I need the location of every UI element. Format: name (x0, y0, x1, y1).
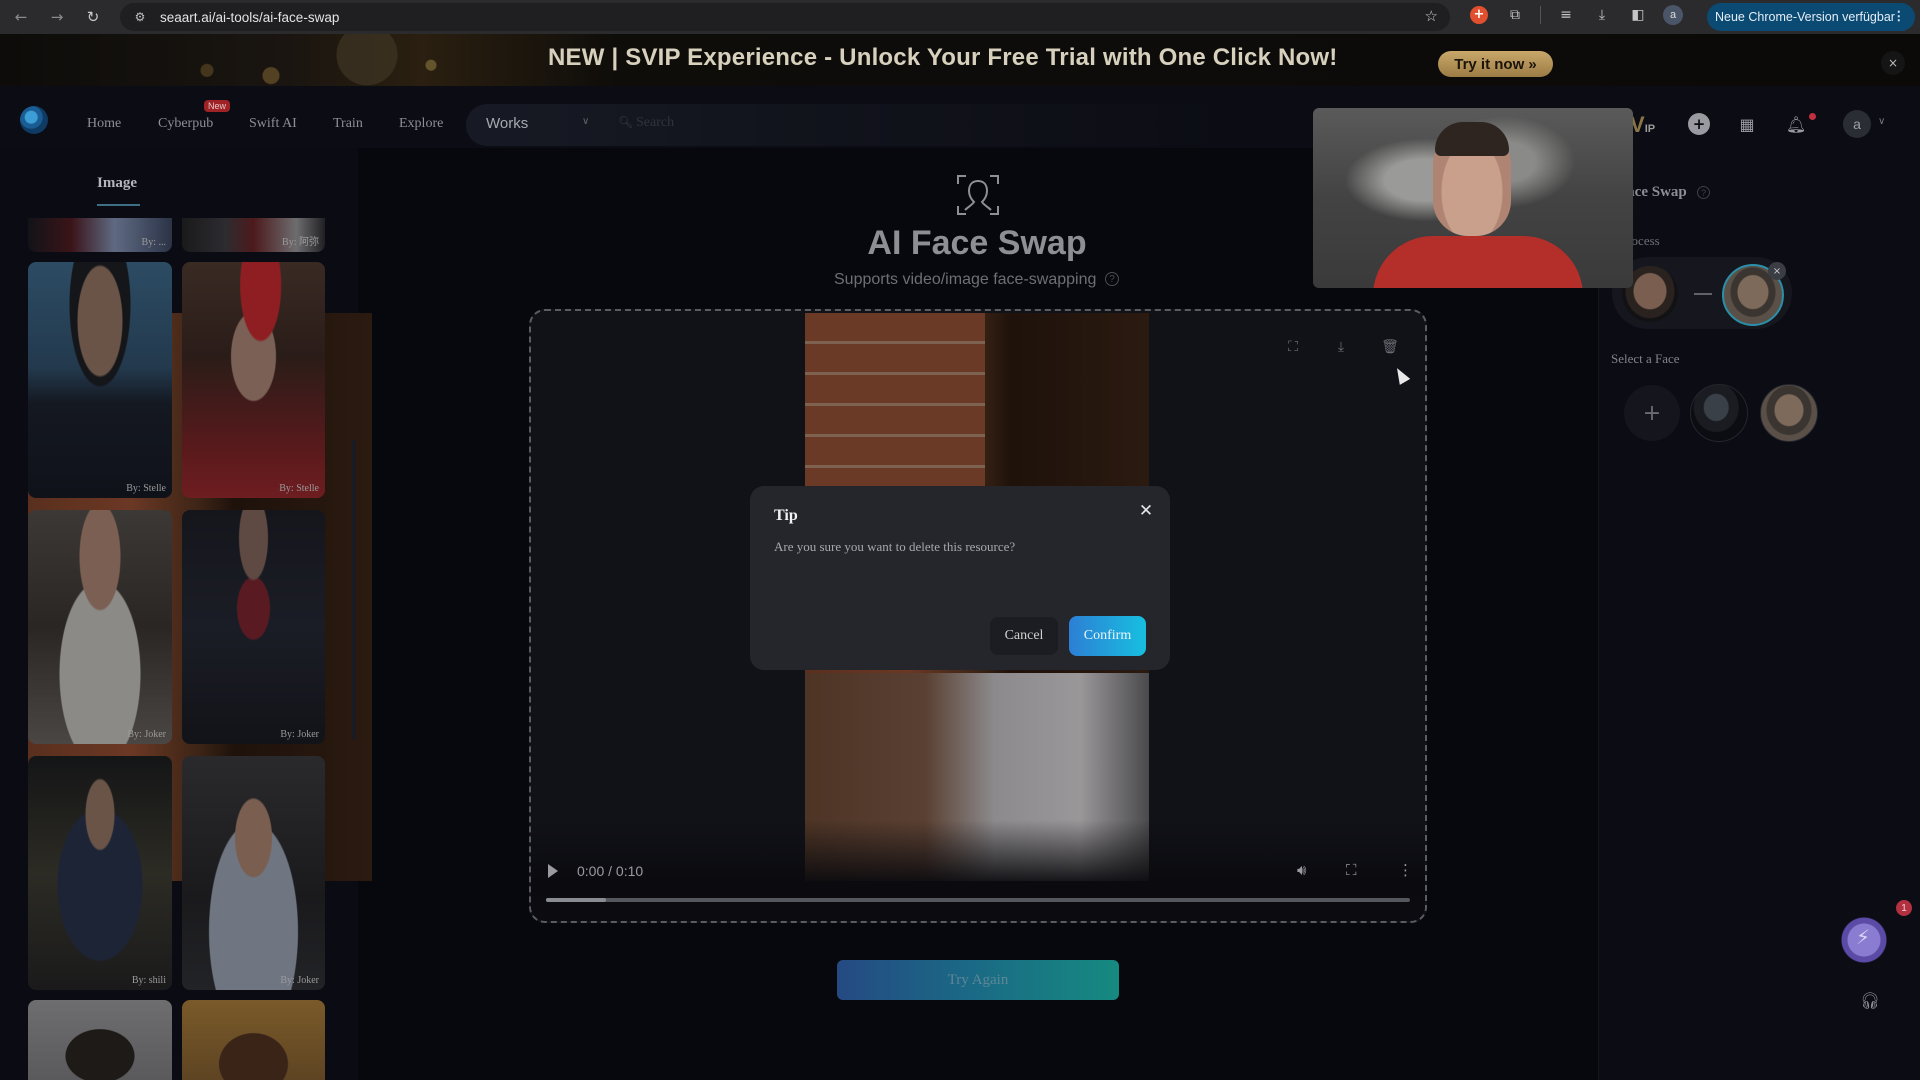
thumbnail-author: By: Joker (280, 975, 319, 986)
delete-icon[interactable]: 🗑︎ (1377, 334, 1403, 360)
face-scan-icon (957, 175, 999, 215)
template-thumbnail[interactable] (182, 1000, 325, 1080)
close-icon[interactable]: ✕ (1135, 500, 1157, 522)
template-thumbnail[interactable]: By: Joker (182, 510, 325, 744)
template-thumbnail[interactable]: By: Joker (182, 756, 325, 990)
close-icon[interactable]: × (1881, 51, 1905, 75)
search-icon: 🔍︎ (618, 115, 634, 129)
promo-text: NEW | SVIP Experience - Unlock Your Free… (548, 44, 1338, 71)
chevron-down-icon[interactable]: ∨ (1878, 116, 1885, 127)
video-controls-gradient (531, 820, 1425, 921)
thumbnail-author: By: Stelle (126, 483, 166, 494)
url-text[interactable]: seaart.ai/ai-tools/ai-face-swap (160, 10, 339, 25)
webcam-person-shirt (1373, 236, 1583, 288)
template-thumbnail[interactable]: By: Stelle (182, 262, 325, 498)
reload-icon[interactable]: ↻ (78, 2, 108, 32)
template-thumbnail[interactable]: By: Joker (28, 510, 172, 744)
video-time: 0:00 / 0:10 (577, 863, 644, 879)
new-badge: New (204, 100, 231, 112)
active-tab-indicator (97, 204, 140, 206)
lightning-icon: ⚡︎ (1856, 925, 1871, 949)
confirm-button[interactable]: Confirm (1069, 616, 1146, 656)
video-progress-buffered (546, 898, 607, 902)
assistant-badge: 1 (1896, 900, 1912, 916)
forward-icon[interactable]: → (42, 2, 72, 32)
face-option[interactable] (1760, 384, 1818, 442)
face-option[interactable] (1690, 384, 1748, 442)
works-search-bar (466, 104, 1226, 146)
add-face-button[interactable]: + (1624, 385, 1680, 441)
menu-dots-icon[interactable]: ⋮ (1893, 8, 1906, 23)
more-options-icon[interactable]: ⋮ (1398, 861, 1413, 879)
thumbnail-author: By: shili (131, 975, 166, 986)
assistant-icon[interactable]: ⚡︎ (1836, 912, 1892, 968)
search-input[interactable]: Search (636, 115, 674, 131)
nav-explore[interactable]: Explore (399, 116, 443, 132)
apps-grid-icon[interactable]: ▦ (1736, 113, 1758, 135)
template-thumbnail[interactable] (28, 1000, 172, 1080)
headset-support-icon[interactable]: 🎧︎ (1859, 989, 1881, 1011)
webcam-person-hair (1435, 122, 1509, 156)
download-icon[interactable]: ⤓ (1591, 4, 1613, 26)
try-again-button[interactable]: Try Again (837, 960, 1119, 1000)
tab-image[interactable]: Image (97, 175, 137, 192)
back-icon[interactable]: ← (6, 2, 36, 32)
help-icon[interactable]: ? (1697, 186, 1710, 199)
chrome-update-button[interactable]: Neue Chrome-Version verfügbar ⋮ (1707, 3, 1915, 31)
webcam-overlay (1313, 108, 1633, 288)
dialog-message: Are you sure you want to delete this res… (774, 539, 1016, 554)
face-swap-icon[interactable]: ⛶ (1280, 334, 1306, 360)
seaart-logo[interactable] (20, 106, 48, 134)
cancel-button[interactable]: Cancel (990, 617, 1058, 655)
select-face-label: Select a Face (1611, 351, 1680, 366)
side-panel-icon[interactable]: ◧ (1627, 4, 1649, 26)
nav-train[interactable]: Train (333, 116, 363, 132)
avatar[interactable]: a (1843, 110, 1871, 138)
create-plus-icon[interactable]: + (1688, 113, 1710, 135)
bell-icon[interactable]: 🔔︎ (1785, 113, 1807, 135)
sidebar-scrollbar[interactable] (352, 440, 356, 740)
swap-connector (1694, 293, 1712, 295)
media-queue-icon[interactable]: ≡ (1555, 4, 1577, 26)
update-label: Neue Chrome-Version verfügbar (1715, 10, 1895, 24)
template-thumbnail[interactable]: By: Stelle (28, 262, 172, 498)
works-select[interactable]: Works (486, 115, 528, 132)
promo-banner: NEW | SVIP Experience - Unlock Your Free… (0, 34, 1920, 86)
vip-suffix: IP (1644, 123, 1656, 135)
bookmark-star-icon[interactable]: ☆ (1425, 7, 1438, 25)
chevron-down-icon[interactable]: ∨ (582, 116, 589, 127)
dialog-title: Tip (774, 507, 798, 524)
toolbar-divider (1540, 6, 1541, 24)
thumbnail-author: By: Joker (127, 729, 166, 740)
nav-swift-ai[interactable]: Swift AI (249, 116, 297, 132)
volume-icon[interactable]: 🔊︎ (1297, 861, 1306, 879)
notification-dot (1809, 113, 1816, 120)
help-icon[interactable]: ? (1105, 272, 1119, 286)
remove-face-icon[interactable]: × (1768, 262, 1786, 280)
browser-toolbar: ← → ↻ ⚙ seaart.ai/ai-tools/ai-face-swap … (0, 0, 1920, 34)
video-progress-bar[interactable] (546, 898, 1410, 902)
fullscreen-icon[interactable]: ⛶ (1346, 861, 1357, 879)
address-bar[interactable]: ⚙ seaart.ai/ai-tools/ai-face-swap ☆ (120, 3, 1450, 31)
extension-red-icon[interactable]: + (1468, 4, 1490, 26)
vip-badge[interactable]: VIP (1630, 112, 1655, 138)
try-it-now-button[interactable]: Try it now » (1438, 51, 1553, 77)
video-frame-bricks (805, 313, 985, 489)
thumbnail-author: By: Stelle (279, 483, 319, 494)
template-thumbnail[interactable]: By: shili (28, 756, 172, 990)
nav-cyberpub[interactable]: Cyberpub (158, 116, 213, 132)
play-icon[interactable] (548, 864, 558, 878)
download-icon[interactable]: ⤓ (1328, 334, 1354, 360)
gift-decoration-image (175, 34, 495, 86)
extensions-puzzle-icon[interactable]: ⧉ (1504, 4, 1526, 26)
site-settings-icon[interactable]: ⚙ (126, 10, 154, 24)
thumbnail-author: By: Joker (280, 729, 319, 740)
profile-icon[interactable]: a (1663, 5, 1683, 25)
page-subtitle: Supports video/image face-swapping (834, 271, 1097, 288)
nav-home[interactable]: Home (87, 116, 121, 132)
